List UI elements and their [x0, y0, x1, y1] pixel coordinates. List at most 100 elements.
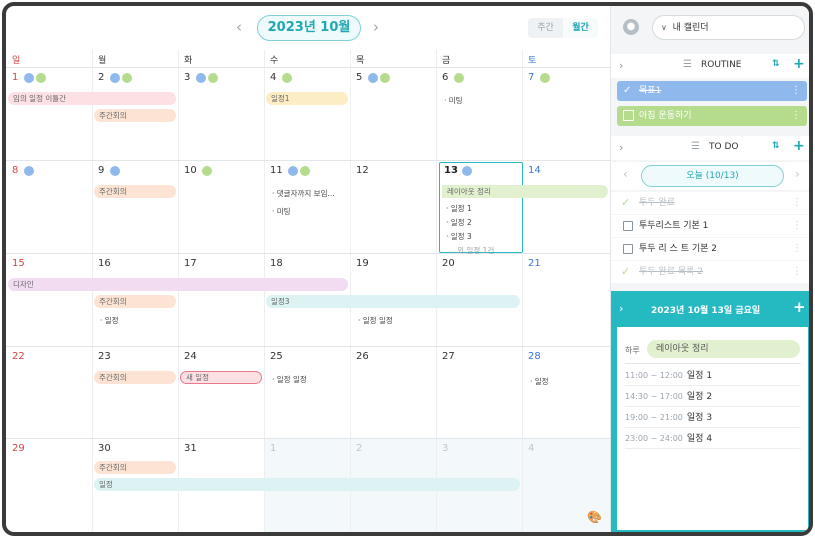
day-number[interactable]: 4	[528, 443, 534, 454]
prev-month-button[interactable]: ‹	[236, 18, 242, 36]
more-icon[interactable]: ⋮	[792, 192, 802, 214]
day-number[interactable]: 25	[270, 351, 283, 362]
todo-item[interactable]: 투두 리 스 트 기본 2 ⋮	[611, 238, 809, 260]
day-number[interactable]: 2	[356, 443, 362, 454]
day-number[interactable]: 27	[442, 351, 455, 362]
day-number[interactable]: 10	[184, 165, 197, 176]
event-item[interactable]: · 일정 일정	[272, 374, 307, 385]
day-number[interactable]: 5	[356, 72, 362, 83]
checkbox-icon[interactable]	[623, 221, 633, 231]
event-bar[interactable]: 임의 일정 이틀간	[8, 92, 176, 105]
next-day-button[interactable]: ›	[795, 167, 800, 181]
todo-item[interactable]: ✓ 투두 완료 목록 2 ⋮	[611, 261, 809, 283]
day-number[interactable]: 3	[442, 443, 448, 454]
event-bar[interactable]: 주간회의	[94, 109, 176, 122]
event-item[interactable]: · 일정	[100, 315, 119, 326]
month-label[interactable]: 2023년 10월	[257, 15, 361, 41]
sort-icon[interactable]: ⇅	[772, 59, 780, 69]
add-event-button[interactable]: +	[793, 298, 806, 316]
todo-date-pill[interactable]: 오늘 (10/13)	[641, 165, 784, 187]
day-number[interactable]: 3	[184, 72, 190, 83]
timeline-row[interactable]: 19:00 ~ 21:00 일정 3	[625, 407, 801, 428]
day-number[interactable]: 20	[442, 258, 455, 269]
check-icon[interactable]: ✓	[623, 85, 634, 96]
day-number[interactable]: 1	[12, 72, 18, 83]
prev-day-button[interactable]: ‹	[623, 167, 628, 181]
calendar-select[interactable]: ∨ 내 캘린더	[652, 15, 805, 40]
event-bar[interactable]: 주간회의	[94, 371, 176, 384]
day-number[interactable]: 17	[184, 258, 197, 269]
day-number[interactable]: 22	[12, 351, 25, 362]
new-event-bar[interactable]: 새 일정	[180, 371, 262, 384]
next-month-button[interactable]: ›	[373, 18, 379, 36]
day-number[interactable]: 29	[12, 443, 25, 454]
checkbox-icon[interactable]	[623, 110, 634, 121]
day-number[interactable]: 11	[270, 165, 283, 176]
event-item[interactable]: · 일정 1	[446, 203, 472, 214]
event-item[interactable]: · 일정	[530, 376, 549, 387]
divider	[625, 363, 801, 364]
routine-item[interactable]: ✓ 목표1 ⋮	[617, 81, 807, 101]
chevron-right-icon[interactable]: ›	[619, 302, 623, 315]
day-number[interactable]: 9	[98, 165, 104, 176]
event-item[interactable]: · 미팅	[272, 206, 291, 217]
allday-event[interactable]: 레이아웃 정리	[647, 340, 800, 358]
day-number[interactable]: 4	[270, 72, 276, 83]
checkbox-icon[interactable]	[623, 244, 633, 254]
event-item[interactable]: · 일정 2	[446, 217, 472, 228]
week-view-button[interactable]: 주간	[528, 18, 563, 38]
month-view-button[interactable]: 월간	[563, 18, 598, 38]
day-number[interactable]: 12	[356, 165, 369, 176]
add-todo-button[interactable]: +	[793, 138, 805, 154]
day-number[interactable]: 28	[528, 351, 541, 362]
more-icon[interactable]: ⋮	[791, 106, 801, 126]
more-icon[interactable]: ⋮	[792, 215, 802, 237]
chevron-right-icon[interactable]: ›	[619, 59, 623, 72]
sort-icon[interactable]: ⇅	[772, 141, 780, 151]
event-bar[interactable]: 일정	[94, 478, 520, 491]
more-icon[interactable]: ⋮	[791, 81, 801, 101]
event-item[interactable]: · 미팅	[444, 95, 463, 106]
todo-item[interactable]: ✓ 투두 완료 ⋮	[611, 192, 809, 214]
event-item[interactable]: · 일정 일정	[358, 315, 393, 326]
palette-icon[interactable]: 🎨	[587, 510, 602, 524]
more-icon[interactable]: ⋮	[792, 261, 802, 283]
day-number[interactable]: 21	[528, 258, 541, 269]
event-item[interactable]: · 일정 3	[446, 231, 472, 242]
todo-item[interactable]: 투두리스트 기본 1 ⋮	[611, 215, 809, 237]
day-number[interactable]: 7	[528, 72, 534, 83]
more-icon[interactable]: ⋮	[792, 238, 802, 260]
day-number[interactable]: 15	[12, 258, 25, 269]
day-number[interactable]: 14	[528, 165, 541, 176]
day-number[interactable]: 30	[98, 443, 111, 454]
todo-date-nav: ‹ 오늘 (10/13) ›	[611, 162, 809, 190]
day-number[interactable]: 16	[98, 258, 111, 269]
add-routine-button[interactable]: +	[793, 56, 805, 72]
timeline-row[interactable]: 11:00 ~ 12:00 일정 1	[625, 365, 801, 386]
day-number[interactable]: 2	[98, 72, 104, 83]
event-bar[interactable]: 디자인	[8, 278, 348, 291]
timeline-row[interactable]: 14:30 ~ 17:00 일정 2	[625, 386, 801, 407]
event-bar[interactable]: 주간회의	[94, 185, 176, 198]
event-bar[interactable]: 주간회의	[94, 295, 176, 308]
day-number[interactable]: 23	[98, 351, 111, 362]
event-item[interactable]: · 댓글자까지 보임...	[272, 188, 335, 199]
check-icon[interactable]: ✓	[621, 192, 630, 214]
day-number[interactable]: 8	[12, 165, 18, 176]
timeline-row[interactable]: 23:00 ~ 24:00 일정 4	[625, 428, 801, 449]
day-number[interactable]: 31	[184, 443, 197, 454]
day-number[interactable]: 18	[270, 258, 283, 269]
day-number[interactable]: 24	[184, 351, 197, 362]
day-number[interactable]: 19	[356, 258, 369, 269]
event-bar[interactable]: 일정3	[266, 295, 520, 308]
chevron-right-icon[interactable]: ›	[619, 141, 623, 154]
day-number[interactable]: 26	[356, 351, 369, 362]
check-icon[interactable]: ✓	[621, 261, 630, 283]
event-bar[interactable]: 주간회의	[94, 461, 176, 474]
routine-item[interactable]: 아침 운동하기 ⋮	[617, 106, 807, 126]
event-bar[interactable]: 레이아웃 정리	[442, 185, 608, 198]
day-number[interactable]: 1	[270, 443, 276, 454]
day-number[interactable]: 6	[442, 72, 448, 83]
event-bar[interactable]: 일정1	[266, 92, 348, 105]
user-avatar-icon[interactable]: ●	[623, 19, 639, 35]
